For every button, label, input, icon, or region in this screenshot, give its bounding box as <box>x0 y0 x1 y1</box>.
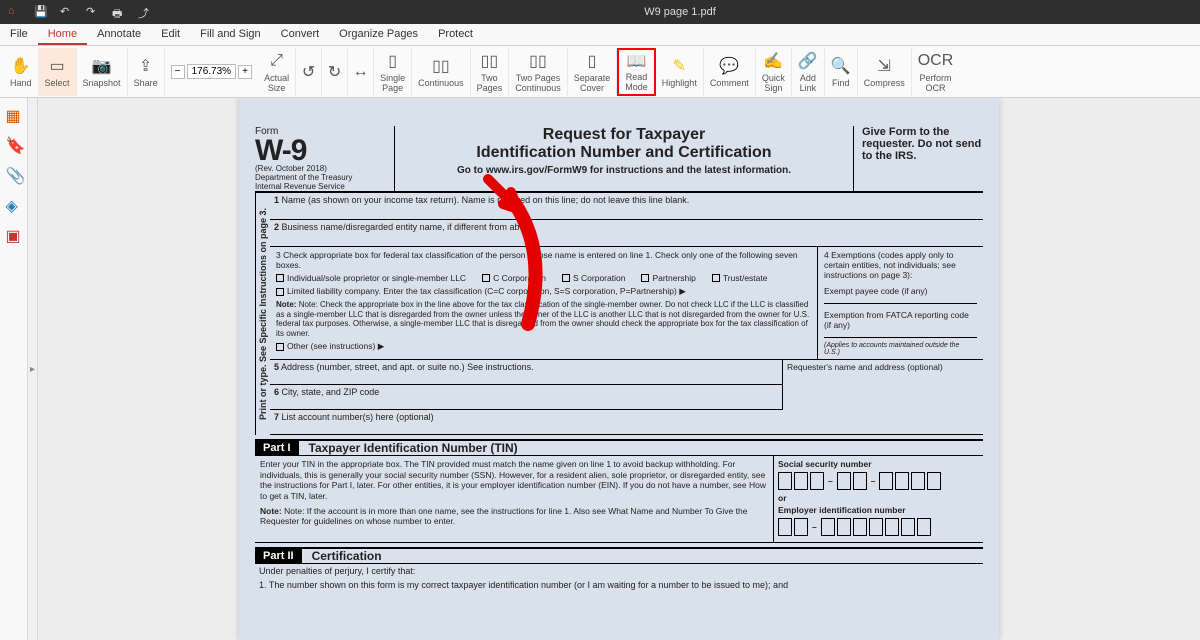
read-mode[interactable]: 📖Read Mode <box>617 48 656 96</box>
comment-tool[interactable]: 💬Comment <box>704 48 756 96</box>
thumbnails-icon[interactable]: ▦ <box>6 106 22 122</box>
side-instructions: Print or type. See Specific Instructions… <box>255 193 270 435</box>
form-goto: Go to www.irs.gov/FormW9 for instruction… <box>457 165 791 176</box>
hand-tool[interactable]: ✋Hand <box>4 48 39 96</box>
side-panel: ▦ 🔖 📎 ◈ ▣ <box>0 98 28 640</box>
menu-annotate[interactable]: Annotate <box>87 24 151 45</box>
ssn-boxes[interactable]: – – <box>778 472 979 490</box>
collapse-handle[interactable]: ▸ <box>28 98 38 640</box>
undo-icon[interactable]: ↶ <box>60 5 74 19</box>
window-title: W9 page 1.pdf <box>160 6 1200 18</box>
menu-convert[interactable]: Convert <box>271 24 330 45</box>
line6: City, state, and ZIP code <box>282 387 380 397</box>
requester: Requester's name and address (optional) <box>783 360 983 410</box>
titlebar: ⌂ 💾 ↶ ↷ 🖶 ⤴ W9 page 1.pdf <box>0 0 1200 24</box>
rotate-left[interactable]: ↺ <box>296 48 322 96</box>
ssn-label: Social security number <box>778 459 979 469</box>
line2: Business name/disregarded entity name, i… <box>282 222 534 232</box>
line4: Exemptions (codes apply only to certain … <box>824 250 956 280</box>
home-icon[interactable]: ⌂ <box>8 5 22 19</box>
two-pages[interactable]: ▯▯Two Pages <box>471 48 510 96</box>
menu-file[interactable]: File <box>0 24 38 45</box>
ein-boxes[interactable]: – <box>778 518 979 536</box>
ein-label: Employer identification number <box>778 505 979 515</box>
part2-tag: Part II <box>255 549 302 563</box>
zoom-in[interactable]: + <box>238 65 252 79</box>
single-page[interactable]: ▯Single Page <box>374 48 412 96</box>
zoom-out[interactable]: − <box>171 65 185 79</box>
part1-tag: Part I <box>255 441 299 455</box>
part2-title: Certification <box>312 549 382 563</box>
quick-sign[interactable]: ✍Quick Sign <box>756 48 792 96</box>
cb-trust[interactable]: Trust/estate <box>712 273 768 283</box>
compress-tool[interactable]: ⇲Compress <box>858 48 912 96</box>
exempt-payee: Exempt payee code (if any) <box>824 286 977 296</box>
attachments-icon[interactable]: 📎 <box>6 166 22 182</box>
document-canvas[interactable]: Form W-9 (Rev. October 2018) Department … <box>38 98 1200 640</box>
menubar: File Home Annotate Edit Fill and Sign Co… <box>0 24 1200 46</box>
give-form-text: Give Form to the requester. Do not send … <box>853 126 983 191</box>
part1-title: Taxpayer Identification Number (TIN) <box>309 441 518 455</box>
share-tool[interactable]: ⇪Share <box>128 48 165 96</box>
tin-text: Enter your TIN in the appropriate box. T… <box>260 459 766 501</box>
menu-home[interactable]: Home <box>38 24 87 45</box>
select-tool[interactable]: ▭Select <box>39 48 77 96</box>
form-number: W-9 <box>255 137 388 164</box>
cb-individual[interactable]: Individual/sole proprietor or single-mem… <box>276 273 466 283</box>
signatures-icon[interactable]: ▣ <box>6 226 22 242</box>
save-icon[interactable]: 💾 <box>34 5 48 19</box>
print-icon[interactable]: 🖶 <box>112 5 126 19</box>
form-title-2: Identification Number and Certification <box>401 144 847 162</box>
highlight-tool[interactable]: ✎Highlight <box>656 48 704 96</box>
zoom-control: − 176.73% + <box>165 64 258 79</box>
snapshot-tool[interactable]: 📷Snapshot <box>77 48 128 96</box>
rotate-right[interactable]: ↻ <box>322 48 348 96</box>
or-label: or <box>778 493 979 503</box>
form-title-1: Request for Taxpayer <box>401 126 847 144</box>
menu-protect[interactable]: Protect <box>428 24 483 45</box>
zoom-value[interactable]: 176.73% <box>187 64 236 79</box>
redo-icon[interactable]: ↷ <box>86 5 100 19</box>
separate-cover[interactable]: ▯Separate Cover <box>568 48 618 96</box>
find-tool[interactable]: 🔍Find <box>825 48 858 96</box>
menu-organize[interactable]: Organize Pages <box>329 24 428 45</box>
ocr-tool[interactable]: OCRPerform OCR <box>912 48 960 96</box>
add-link[interactable]: 🔗Add Link <box>792 48 825 96</box>
bookmarks-icon[interactable]: 🔖 <box>6 136 22 152</box>
form-header: Form W-9 (Rev. October 2018) Department … <box>255 126 983 193</box>
actual-size[interactable]: ⤢Actual Size <box>258 48 296 96</box>
fit-width[interactable]: ↔ <box>348 48 374 96</box>
two-continuous[interactable]: ▯▯Two Pages Continuous <box>509 48 568 96</box>
line1: Name (as shown on your income tax return… <box>282 195 690 205</box>
form-revision: (Rev. October 2018) <box>255 164 388 173</box>
form-irs: Internal Revenue Service <box>255 182 388 191</box>
menu-fillsign[interactable]: Fill and Sign <box>190 24 271 45</box>
share-icon[interactable]: ⤴ <box>138 5 152 19</box>
llc-note: Note: Check the appropriate box in the l… <box>276 300 809 338</box>
cb-other[interactable]: Other (see instructions) ▶ <box>276 341 384 352</box>
perjury: Under penalties of perjury, I certify th… <box>255 564 983 578</box>
tin-note: Note: If the account is in more than one… <box>260 506 747 527</box>
line5: Address (number, street, and apt. or sui… <box>281 362 534 372</box>
cb-scorp[interactable]: S Corporation <box>562 273 625 283</box>
workarea: ▦ 🔖 📎 ◈ ▣ ▸ Form W-9 (Rev. October 2018)… <box>0 98 1200 640</box>
line3: Check appropriate box for federal tax cl… <box>276 250 798 270</box>
menu-edit[interactable]: Edit <box>151 24 190 45</box>
fatca: Exemption from FATCA reporting code (if … <box>824 310 977 330</box>
fatca-note: (Applies to accounts maintained outside … <box>824 342 977 356</box>
continuous[interactable]: ▯▯Continuous <box>412 48 471 96</box>
cb-partnership[interactable]: Partnership <box>641 273 695 283</box>
cert-1: 1. The number shown on this form is my c… <box>255 578 983 592</box>
layers-icon[interactable]: ◈ <box>6 196 22 212</box>
cb-llc[interactable]: Limited liability company. Enter the tax… <box>276 286 686 297</box>
pdf-page: Form W-9 (Rev. October 2018) Department … <box>239 98 999 640</box>
form-dept: Department of the Treasury <box>255 173 388 182</box>
line7: List account number(s) here (optional) <box>282 412 434 422</box>
cb-ccorp[interactable]: C Corporation <box>482 273 546 283</box>
ribbon: ✋Hand ▭Select 📷Snapshot ⇪Share − 176.73%… <box>0 46 1200 98</box>
